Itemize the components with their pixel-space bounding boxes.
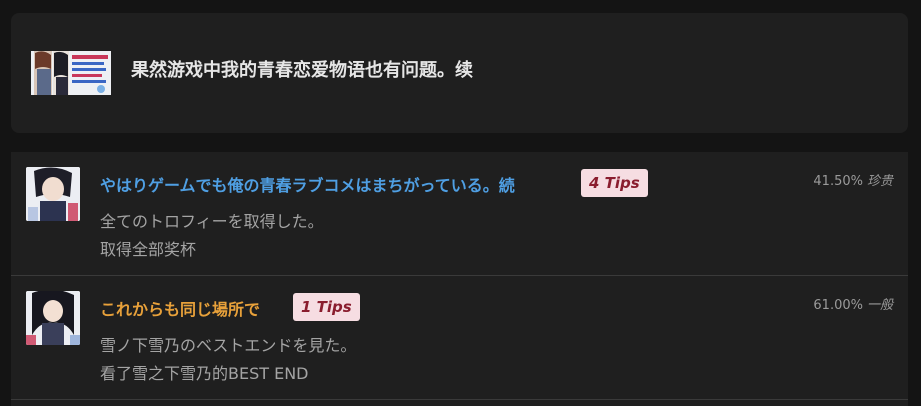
trophy-grade: 珍贵 — [866, 174, 893, 189]
trophy-rarity: 61.00% 一般 — [813, 294, 893, 313]
tips-badge[interactable]: 1 Tips — [293, 293, 360, 321]
trophy-description-zh: 取得全部奖杯 — [100, 240, 197, 259]
trophy-thumbnail-icon — [26, 167, 80, 221]
game-header-card: 果然游戏中我的青春恋爱物语也有问题。续 — [11, 13, 908, 133]
trophy-row[interactable]: やはりゲームでも俺の青春ラブコメはまちがっている。続 4 Tips 41.50%… — [11, 152, 908, 276]
game-cover-image[interactable] — [31, 51, 111, 95]
trophy-grade: 一般 — [866, 298, 893, 313]
trophy-thumbnail[interactable] — [26, 291, 80, 345]
trophy-list: やはりゲームでも俺の青春ラブコメはまちがっている。続 4 Tips 41.50%… — [11, 152, 908, 406]
game-cover-art-icon — [31, 51, 111, 95]
game-title[interactable]: 果然游戏中我的青春恋爱物语也有问题。续 — [131, 56, 473, 82]
trophy-row[interactable]: これからも同じ場所で 1 Tips 61.00% 一般 雪ノ下雪乃のベストエンドを… — [11, 276, 908, 400]
trophy-percent: 41.50% — [813, 174, 863, 189]
trophy-description-ja: 雪ノ下雪乃のベストエンドを見た。 — [100, 336, 357, 355]
tips-badge[interactable]: 4 Tips — [581, 169, 648, 197]
trophy-description-ja: 全てのトロフィーを取得した。 — [100, 212, 324, 231]
trophy-name[interactable]: やはりゲームでも俺の青春ラブコメはまちがっている。続 — [100, 172, 515, 196]
trophy-percent: 61.00% — [813, 298, 863, 313]
trophy-rarity: 41.50% 珍贵 — [813, 170, 893, 189]
trophy-name[interactable]: これからも同じ場所で — [100, 296, 260, 320]
trophy-thumbnail[interactable] — [26, 167, 80, 221]
trophy-thumbnail-icon — [26, 291, 80, 345]
trophy-description-zh: 看了雪之下雪乃的BEST END — [100, 364, 309, 383]
